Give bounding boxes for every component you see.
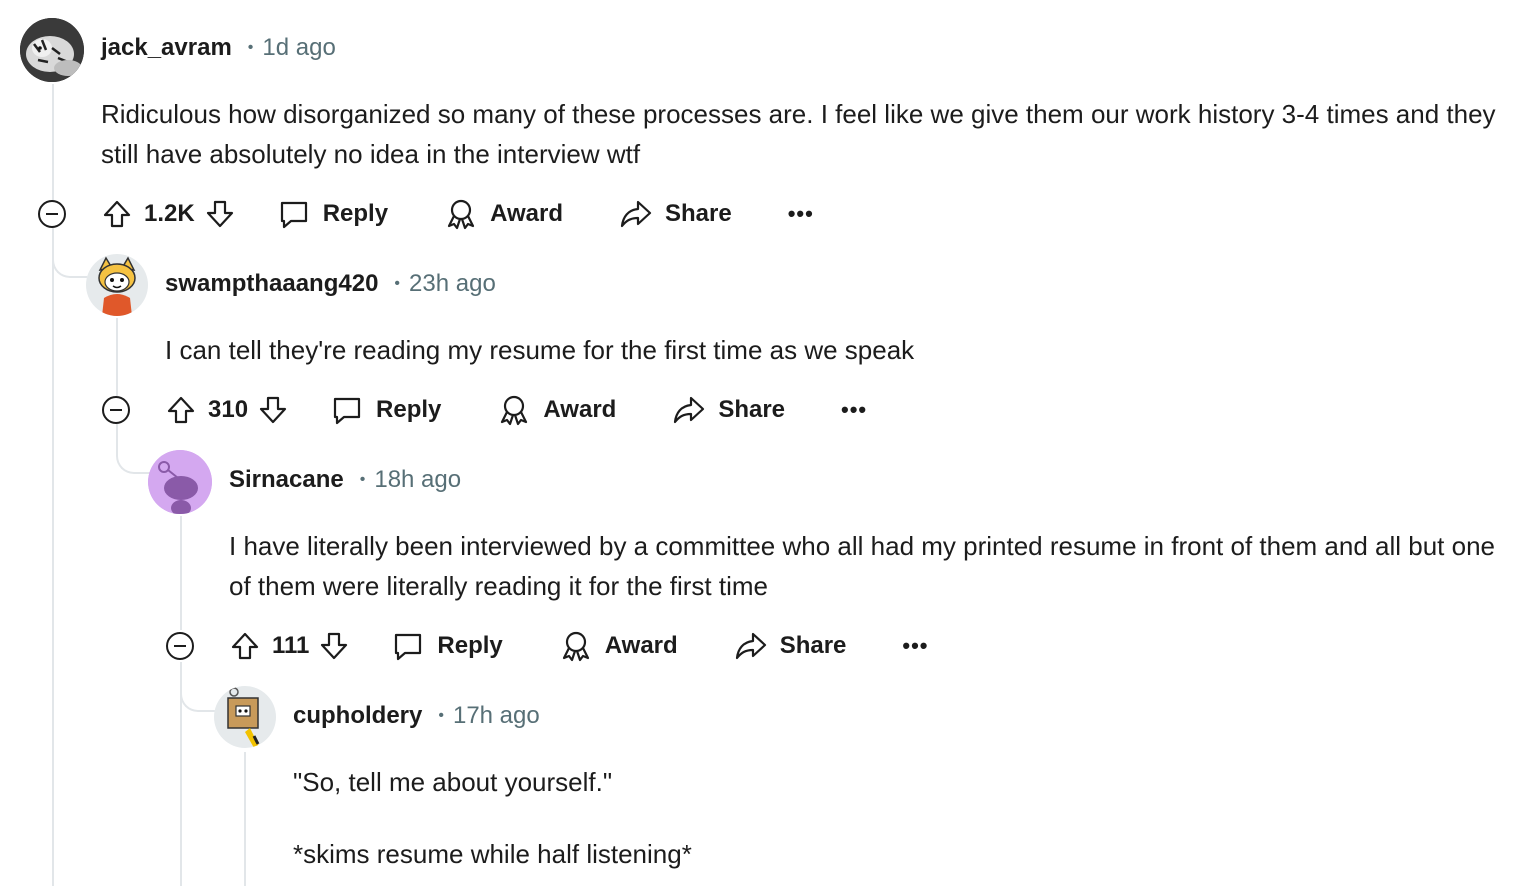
more-icon[interactable]: ••• <box>902 633 928 659</box>
reply-button[interactable]: Reply <box>391 629 503 663</box>
reply-button[interactable]: Reply <box>277 197 388 231</box>
award-label: Award <box>543 396 617 423</box>
vote-group: 111 <box>228 629 351 663</box>
comment-actions: 111 Reply Award Share ••• <box>228 624 929 668</box>
comment-meta: cupholdery • 17h ago <box>293 702 540 730</box>
reply-label: Reply <box>322 200 389 227</box>
tiger-avatar-icon <box>20 18 84 82</box>
comment-meta: Sirnacane • 18h ago <box>229 466 461 494</box>
snoo-dog-avatar-icon <box>86 254 148 316</box>
snoo-box-avatar-icon <box>214 686 276 748</box>
username[interactable]: cupholdery <box>293 702 422 730</box>
timestamp[interactable]: 17h ago <box>453 702 540 730</box>
reply-label: Reply <box>437 632 503 659</box>
comment-text: I can tell they're reading my resume for… <box>165 335 915 365</box>
comment-actions: 310 Reply Award Share ••• <box>164 388 867 432</box>
comment-meta: jack_avram • 1d ago <box>101 34 336 62</box>
share-icon <box>734 629 768 663</box>
avatar[interactable] <box>20 18 84 82</box>
thread-branch-2 <box>116 424 152 474</box>
more-icon[interactable]: ••• <box>841 397 867 423</box>
award-icon <box>497 393 531 427</box>
reply-icon <box>330 393 364 427</box>
vote-group: 1.2K <box>100 197 237 231</box>
timestamp[interactable]: 18h ago <box>374 466 461 494</box>
avatar[interactable] <box>86 254 148 316</box>
award-button[interactable]: Award <box>444 197 563 231</box>
vote-score: 1.2K <box>144 200 195 227</box>
thread-branch-3 <box>180 662 216 712</box>
separator-dot: • <box>247 39 254 56</box>
award-button[interactable]: Award <box>497 393 616 427</box>
avatar[interactable] <box>214 686 276 748</box>
comment-body: I have literally been interviewed by a c… <box>229 526 1514 606</box>
award-label: Award <box>604 632 678 659</box>
upvote-icon[interactable] <box>164 393 198 427</box>
comment-text: Ridiculous how disorganized so many of t… <box>101 99 1496 169</box>
comment-meta: swampthaaang420 • 23h ago <box>165 270 496 298</box>
upvote-icon[interactable] <box>228 629 262 663</box>
timestamp[interactable]: 1d ago <box>262 34 335 62</box>
username[interactable]: jack_avram <box>101 34 232 62</box>
downvote-icon[interactable] <box>203 197 237 231</box>
thread-line-level-3 <box>244 752 246 886</box>
avatar[interactable] <box>148 450 212 514</box>
award-label: Award <box>490 200 563 227</box>
timestamp[interactable]: 23h ago <box>409 270 496 298</box>
share-button[interactable]: Share <box>672 393 785 427</box>
share-label: Share <box>664 200 732 227</box>
collapse-button[interactable] <box>38 200 66 228</box>
more-icon[interactable]: ••• <box>788 201 814 227</box>
share-icon <box>619 197 653 231</box>
reply-label: Reply <box>376 396 442 423</box>
vote-score: 111 <box>272 632 310 659</box>
comment-text: I have literally been interviewed by a c… <box>229 531 1496 601</box>
downvote-icon[interactable] <box>317 629 351 663</box>
thread-line-level-2 <box>180 516 182 630</box>
comment-text: *skims resume while half listening* <box>293 839 692 869</box>
comment-body: "So, tell me about yourself." *skims res… <box>293 762 1493 874</box>
default-snoo-icon <box>148 450 212 514</box>
award-button[interactable]: Award <box>559 629 678 663</box>
comment-actions: 1.2K Reply Award Share ••• <box>100 192 814 236</box>
reply-icon <box>277 197 311 231</box>
share-button[interactable]: Share <box>619 197 732 231</box>
vote-score: 310 <box>208 396 249 423</box>
share-label: Share <box>779 632 847 659</box>
comment-text: "So, tell me about yourself." <box>293 767 613 797</box>
collapse-button[interactable] <box>166 632 194 660</box>
award-icon <box>559 629 593 663</box>
award-icon <box>444 197 478 231</box>
separator-dot: • <box>394 275 401 292</box>
vote-group: 310 <box>164 393 290 427</box>
comment-body: I can tell they're reading my resume for… <box>165 330 1495 370</box>
reply-icon <box>391 629 425 663</box>
share-label: Share <box>718 396 786 423</box>
separator-dot: • <box>359 471 366 488</box>
downvote-icon[interactable] <box>256 393 290 427</box>
separator-dot: • <box>438 707 444 724</box>
username[interactable]: swampthaaang420 <box>165 270 378 298</box>
upvote-icon[interactable] <box>100 197 134 231</box>
thread-branch-1 <box>52 250 90 278</box>
reply-button[interactable]: Reply <box>330 393 441 427</box>
thread-line-level-1 <box>116 318 118 396</box>
share-icon <box>672 393 706 427</box>
share-button[interactable]: Share <box>734 629 847 663</box>
collapse-button[interactable] <box>102 396 130 424</box>
comment-body: Ridiculous how disorganized so many of t… <box>101 94 1501 174</box>
username[interactable]: Sirnacane <box>229 466 344 494</box>
